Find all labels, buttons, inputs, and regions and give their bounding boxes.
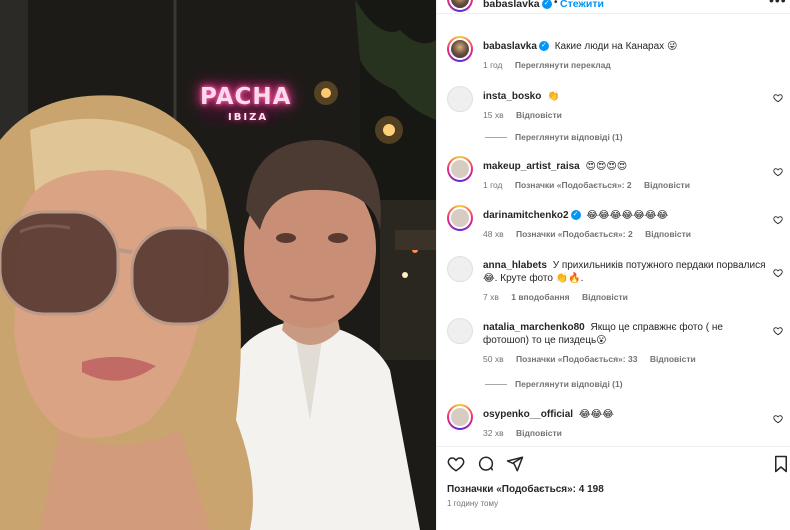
heart-icon[interactable] bbox=[447, 455, 465, 473]
comment-username[interactable]: darinamitchenko2 ✓ bbox=[483, 210, 581, 221]
post-side-panel: babaslavka ✓ • Стежити ••• babaslavka ✓ Ка… bbox=[436, 0, 790, 530]
neon-sign-text: PACHA bbox=[200, 84, 292, 110]
follow-button[interactable]: Стежити bbox=[560, 0, 604, 10]
like-comment-heart-icon[interactable] bbox=[773, 326, 783, 336]
comment-likes-count[interactable]: Позначки «Подобається»: 2 bbox=[516, 229, 633, 239]
comment-username[interactable]: anna_hlabets bbox=[483, 260, 547, 271]
comment-likes-count[interactable]: 1 вподобання bbox=[511, 292, 569, 302]
comment-avatar[interactable] bbox=[447, 86, 473, 112]
comment-avatar[interactable] bbox=[447, 205, 473, 231]
author-username[interactable]: babaslavka ✓ bbox=[483, 0, 552, 10]
replies-divider-line bbox=[485, 384, 507, 386]
reply-button[interactable]: Відповісти bbox=[516, 428, 562, 438]
author-avatar[interactable] bbox=[447, 0, 473, 12]
comment-avatar[interactable] bbox=[447, 404, 473, 430]
comment-text: 👏 bbox=[547, 91, 560, 102]
view-replies-button[interactable]: Переглянути відповіді (1) bbox=[485, 379, 623, 389]
reply-button[interactable]: Відповісти bbox=[650, 354, 696, 364]
comment-time[interactable]: 15 хв bbox=[483, 110, 504, 120]
comment-username[interactable]: natalia_marchenko80 bbox=[483, 322, 585, 333]
comment-time[interactable]: 7 хв bbox=[483, 292, 499, 302]
comment-avatar[interactable] bbox=[447, 156, 473, 182]
replies-divider-line bbox=[485, 137, 507, 139]
comment-time[interactable]: 32 хв bbox=[483, 428, 504, 438]
comment-icon[interactable] bbox=[477, 455, 495, 473]
post-likes-count[interactable]: Позначки «Подобається»: 4 198 bbox=[447, 484, 604, 495]
like-comment-heart-icon[interactable] bbox=[773, 268, 783, 278]
view-replies-button[interactable]: Переглянути відповіді (1) bbox=[485, 132, 623, 142]
comment-text: 😍😍😍😍 bbox=[585, 161, 628, 172]
caption-time[interactable]: 1 год bbox=[483, 60, 503, 70]
post-timestamp[interactable]: 1 годину тому bbox=[447, 499, 498, 508]
reply-button[interactable]: Відповісти bbox=[516, 110, 562, 120]
comment-likes-count[interactable]: Позначки «Подобається»: 33 bbox=[516, 354, 637, 364]
send-icon[interactable] bbox=[506, 455, 524, 473]
caption-text: Какие люди на Канарах 😜 bbox=[554, 41, 678, 52]
see-translation-button[interactable]: Переглянути переклад bbox=[515, 60, 611, 70]
comment-time[interactable]: 48 хв bbox=[483, 229, 504, 239]
separator-dot: • bbox=[554, 0, 558, 8]
reply-button[interactable]: Відповісти bbox=[644, 180, 690, 190]
comment-avatar[interactable] bbox=[447, 256, 473, 282]
caption-avatar[interactable] bbox=[447, 36, 473, 62]
caption-username[interactable]: babaslavka ✓ bbox=[483, 41, 549, 52]
like-comment-heart-icon[interactable] bbox=[773, 167, 783, 177]
comment-avatar[interactable] bbox=[447, 318, 473, 344]
comment-username[interactable]: osypenko__official bbox=[483, 409, 573, 420]
neon-sign-subtext: IBIZA bbox=[228, 112, 269, 123]
like-comment-heart-icon[interactable] bbox=[773, 414, 783, 424]
post-header: babaslavka ✓ • Стежити ••• bbox=[437, 0, 790, 14]
photo-scene bbox=[0, 0, 436, 530]
comment-time[interactable]: 50 хв bbox=[483, 354, 504, 364]
comment-text: 😂😂😂 bbox=[578, 409, 614, 420]
verified-icon: ✓ bbox=[541, 0, 552, 10]
like-comment-heart-icon[interactable] bbox=[773, 93, 783, 103]
like-comment-heart-icon[interactable] bbox=[773, 215, 783, 225]
reply-button[interactable]: Відповісти bbox=[645, 229, 691, 239]
verified-icon: ✓ bbox=[570, 210, 581, 221]
comment-username[interactable]: insta_bosko bbox=[483, 91, 541, 102]
comment-text: 😂😂😂😂😂😂😂 bbox=[586, 210, 669, 221]
comment-likes-count[interactable]: Позначки «Подобається»: 2 bbox=[515, 180, 632, 190]
more-horizontal-icon[interactable]: ••• bbox=[769, 0, 787, 8]
comment-time[interactable]: 1 год bbox=[483, 180, 503, 190]
verified-icon: ✓ bbox=[538, 41, 549, 52]
comment-username[interactable]: makeup_artist_raisa bbox=[483, 161, 580, 172]
post-action-bar bbox=[437, 446, 790, 480]
post-photo[interactable]: PACHA IBIZA bbox=[0, 0, 436, 530]
bookmark-icon[interactable] bbox=[773, 455, 789, 473]
reply-button[interactable]: Відповісти bbox=[582, 292, 628, 302]
